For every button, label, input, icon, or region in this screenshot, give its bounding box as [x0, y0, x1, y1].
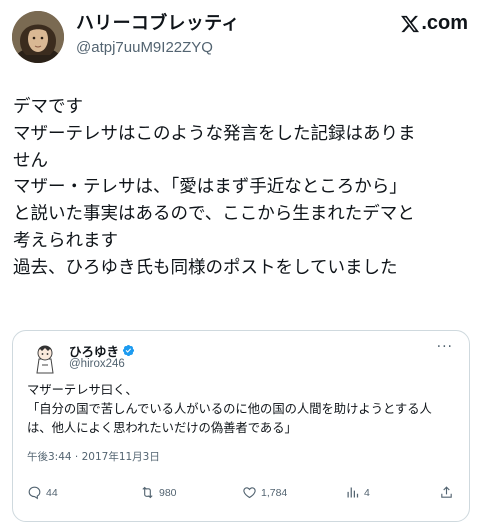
reply-button[interactable]: 44 — [27, 485, 58, 500]
quoted-timestamp[interactable]: 午後3:44 · 2017年11月3日 — [27, 449, 160, 464]
x-logo-icon — [401, 15, 420, 32]
quoted-author-handle[interactable]: @hirox246 — [69, 358, 125, 370]
share-button[interactable] — [439, 485, 454, 500]
views-count: 4 — [364, 486, 370, 499]
share-icon — [441, 486, 452, 498]
post-text: デマです マザーテレサはこのような発言をした記録はありま せん マザー・テレサは… — [13, 97, 416, 278]
author-name[interactable]: ハリーコブレッティ — [76, 12, 240, 36]
heart-icon — [243, 487, 256, 499]
reply-icon — [28, 486, 41, 500]
verified-badge-icon — [122, 344, 135, 357]
repost-button[interactable]: 980 — [140, 485, 177, 500]
author-handle[interactable]: @atpj7uuM9I22ZYQ — [76, 38, 213, 58]
author-avatar[interactable] — [12, 11, 64, 63]
reply-count: 44 — [46, 486, 58, 499]
quoted-author-avatar[interactable] — [30, 341, 60, 375]
quoted-post[interactable]: ひろゆき @hirox246 ··· マザーテレサ曰く、 「自分の国で苦しんでい… — [12, 330, 470, 522]
quoted-post-text: マザーテレサ曰く、 「自分の国で苦しんでいる人がいるのに他の国の人間を助けようと… — [27, 383, 432, 435]
like-count: 1,784 — [261, 486, 288, 499]
analytics-icon — [347, 487, 359, 498]
repost-icon — [142, 486, 153, 499]
like-button[interactable]: 1,784 — [242, 485, 287, 500]
quoted-action-bar: 44 980 1,784 4 — [27, 485, 457, 503]
post-header: ハリーコブレッティ @atpj7uuM9I22ZYQ .com — [0, 0, 480, 80]
views-button[interactable]: 4 — [345, 485, 370, 500]
brand-watermark: .com — [400, 12, 468, 35]
repost-count: 980 — [159, 486, 177, 499]
brand-text: .com — [421, 12, 468, 34]
more-options-icon[interactable]: ··· — [437, 339, 453, 355]
